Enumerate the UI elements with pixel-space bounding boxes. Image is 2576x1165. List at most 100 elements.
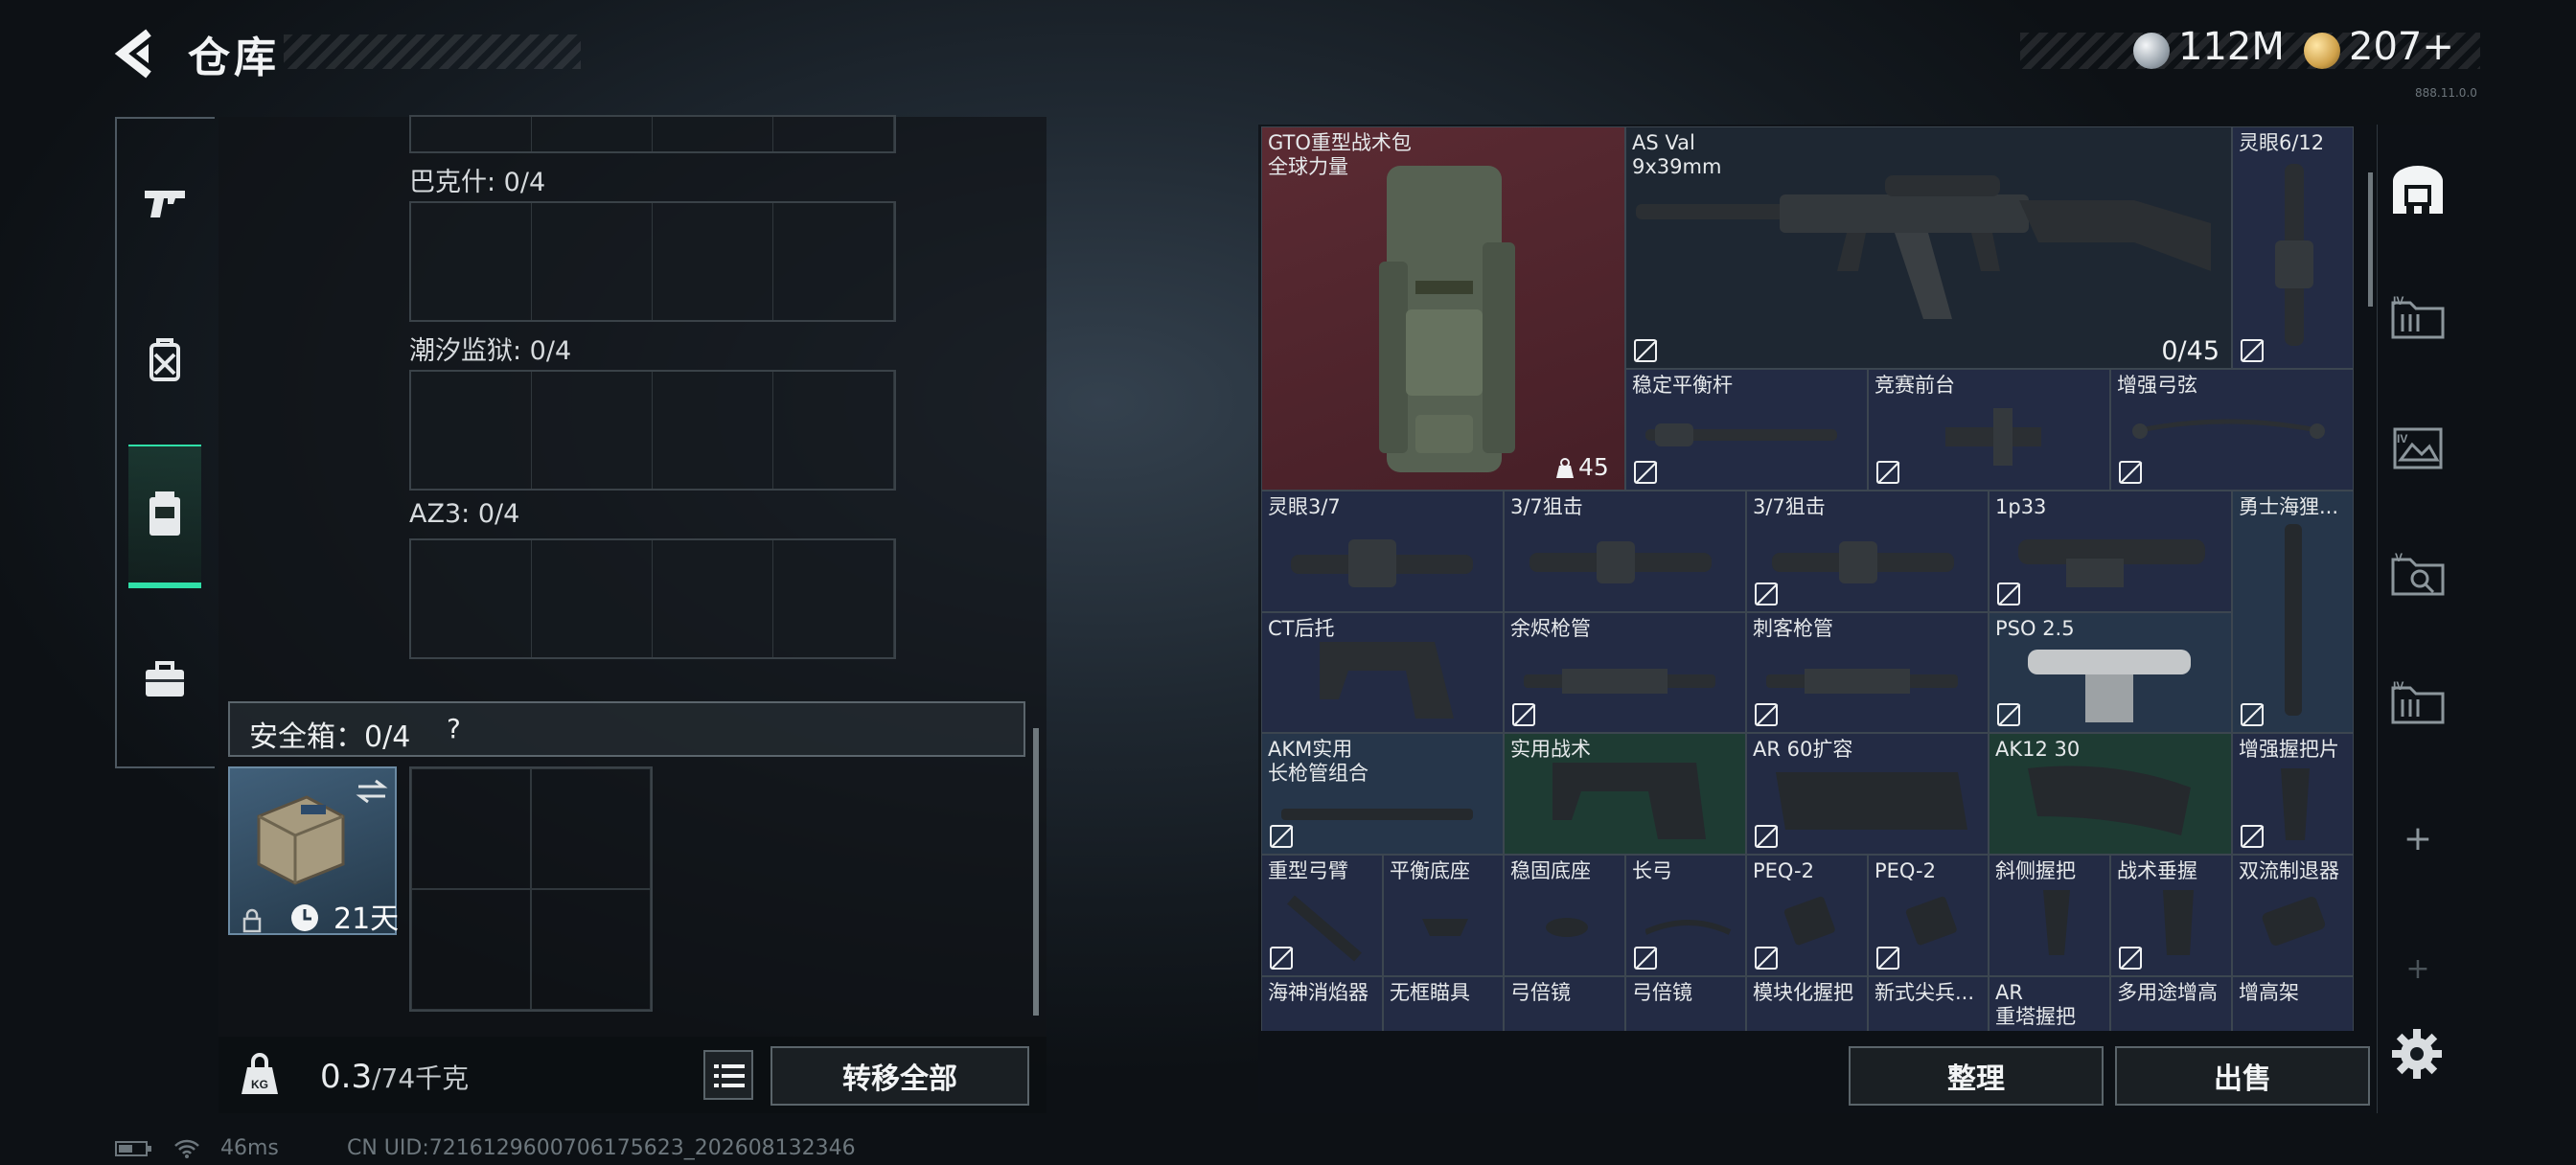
stash-item[interactable]: 增高架 <box>2232 976 2354 1031</box>
stash-item[interactable]: 重型弓臂 <box>1261 855 1383 976</box>
nav-backpack[interactable] <box>128 287 201 431</box>
stash-item[interactable]: 弓倍镜 <box>1504 976 1625 1031</box>
stash-item[interactable]: 斜侧握把 <box>1989 855 2110 976</box>
stash-item[interactable]: 余烬枪管 <box>1504 612 1746 733</box>
stash-item[interactable]: 刺客枪管 <box>1746 612 1989 733</box>
item-name: 增高架 <box>2239 981 2299 1004</box>
swap-icon[interactable] <box>355 778 389 805</box>
stash-item[interactable]: 弓倍镜 <box>1625 976 1746 1031</box>
stash-item[interactable]: 稳固底座 <box>1504 855 1625 976</box>
stash-item[interactable]: 灵眼3/7 <box>1261 491 1504 612</box>
container-grid[interactable] <box>409 201 896 322</box>
svg-text:IV: IV <box>2393 679 2404 693</box>
item-name: 重型弓臂 <box>1268 859 1348 882</box>
container-grid[interactable] <box>409 370 896 491</box>
stash-item[interactable]: 实用战术 <box>1504 733 1746 855</box>
nav-weapons[interactable] <box>128 132 201 276</box>
stash-item[interactable]: AR 重塔握把 <box>1989 976 2110 1031</box>
mount-image <box>1546 918 1588 937</box>
no-insurance-icon <box>1876 947 1899 970</box>
stash-item[interactable]: 无框瞄具 <box>1383 976 1504 1031</box>
stash-item[interactable]: 长弓 <box>1625 855 1746 976</box>
add-tab-button[interactable]: + <box>2384 805 2451 872</box>
back-arrow-icon[interactable] <box>110 25 168 82</box>
stash-item[interactable]: PEQ-2 <box>1868 855 1989 976</box>
sell-button[interactable]: 出售 <box>2115 1046 2370 1106</box>
magazine-image <box>2028 765 2191 835</box>
weight-max: /74千克 <box>372 1062 470 1094</box>
stash-item[interactable]: PEQ-2 <box>1746 855 1868 976</box>
stabilizer-image <box>1645 423 1837 446</box>
stash-item[interactable]: 增强弓弦 <box>2110 369 2354 491</box>
container-label: AZ3: 0/4 <box>409 499 520 529</box>
stash-item[interactable]: 稳定平衡杆 <box>1625 369 1868 491</box>
list-view-button[interactable] <box>703 1050 753 1100</box>
sort-button[interactable]: 整理 <box>1849 1046 2104 1106</box>
stash-item[interactable]: 1p33 <box>1989 491 2232 612</box>
stash-item[interactable]: AKM实用 长枪管组合 <box>1261 733 1504 855</box>
nav-chest-rig[interactable] <box>128 445 201 588</box>
gear-icon[interactable] <box>2388 1025 2446 1083</box>
lock-icon <box>242 908 262 933</box>
stash-item[interactable]: 3/7狙击 <box>1504 491 1746 612</box>
stash-item[interactable]: 灵眼6/12 <box>2232 126 2354 369</box>
stash-item[interactable]: 双流制退器 <box>2232 855 2354 976</box>
item-name: 灵眼6/12 <box>2239 131 2325 154</box>
tab-storage-2[interactable]: IV <box>2384 414 2451 481</box>
ammo-count: 0/45 <box>2161 336 2220 366</box>
clock-icon <box>291 904 318 931</box>
transfer-all-button[interactable]: 转移全部 <box>770 1046 1029 1106</box>
briefcase-icon <box>146 661 184 697</box>
pistol-icon <box>145 191 185 217</box>
no-insurance-icon <box>1755 703 1778 726</box>
ping-text: 46ms <box>220 1136 279 1160</box>
no-insurance-icon <box>1755 947 1778 970</box>
stash-item[interactable]: 海神消焰器 <box>1261 976 1383 1031</box>
left-scrollbar[interactable] <box>1033 728 1039 1016</box>
stash-item[interactable]: 竞赛前台 <box>1868 369 2110 491</box>
item-name: PEQ-2 <box>1753 859 1814 882</box>
tier5-search-icon: V <box>2391 551 2445 596</box>
stash-item[interactable]: 增强握把片 <box>2232 733 2354 855</box>
gold-amount[interactable]: 207+ <box>2349 25 2454 69</box>
item-name: 战术垂握 <box>2117 859 2197 882</box>
stash-item[interactable]: 勇士海狸... <box>2232 491 2354 733</box>
no-insurance-icon <box>1876 461 1899 484</box>
item-name: 双流制退器 <box>2239 859 2339 882</box>
tab-storage-4[interactable]: IV <box>2384 669 2451 736</box>
stash-item[interactable]: PSO 2.5 <box>1989 612 2232 733</box>
item-name: AR 60扩容 <box>1753 738 1853 761</box>
tab-pouch[interactable] <box>2384 157 2451 224</box>
stash-item[interactable]: 战术垂握 <box>2110 855 2232 976</box>
help-button[interactable]: ? <box>447 713 461 744</box>
tab-storage-1[interactable]: IV <box>2384 284 2451 351</box>
stash-item[interactable]: 新式尖兵... <box>1868 976 1989 1031</box>
stash-item[interactable]: CT后托 <box>1261 612 1504 733</box>
no-insurance-icon <box>2119 461 2142 484</box>
bowstring-image <box>2132 419 2325 439</box>
stash-item[interactable]: 3/7狙击 <box>1746 491 1989 612</box>
stash-item[interactable]: AR 60扩容 <box>1746 733 1989 855</box>
barrel-image <box>2285 524 2302 716</box>
item-name: 3/7狙击 <box>1510 495 1583 518</box>
stash-item[interactable]: AK12 30 <box>1989 733 2232 855</box>
stash-item[interactable]: 模块化握把 <box>1746 976 1868 1031</box>
tier4-box-icon: IV <box>2391 294 2445 339</box>
safe-box-label: 安全箱：0/4 <box>249 720 411 754</box>
stash-grid: GTO重型战术包 全球力量 45 AS Val 9x39mm 0/45 灵眼6/… <box>1261 126 2358 1031</box>
item-name: 弓倍镜 <box>1632 981 1692 1004</box>
item-name: PEQ-2 <box>1874 859 1936 882</box>
stash-scrollbar[interactable] <box>2368 172 2373 307</box>
container-grid[interactable] <box>409 538 896 659</box>
stash-item[interactable]: 平衡底座 <box>1383 855 1504 976</box>
mount-image <box>1422 919 1468 936</box>
tab-storage-3[interactable]: V <box>2384 542 2451 609</box>
safe-box-days: 21天 <box>334 902 400 936</box>
no-insurance-icon <box>1634 947 1657 970</box>
stash-item[interactable]: GTO重型战术包 全球力量 45 <box>1261 126 1625 491</box>
safe-box-grid[interactable] <box>409 766 653 1012</box>
nav-case[interactable] <box>128 607 201 751</box>
stash-item[interactable]: AS Val 9x39mm 0/45 <box>1625 126 2232 369</box>
stash-item[interactable]: 多用途增高 <box>2110 976 2232 1031</box>
no-insurance-icon <box>1270 825 1293 848</box>
